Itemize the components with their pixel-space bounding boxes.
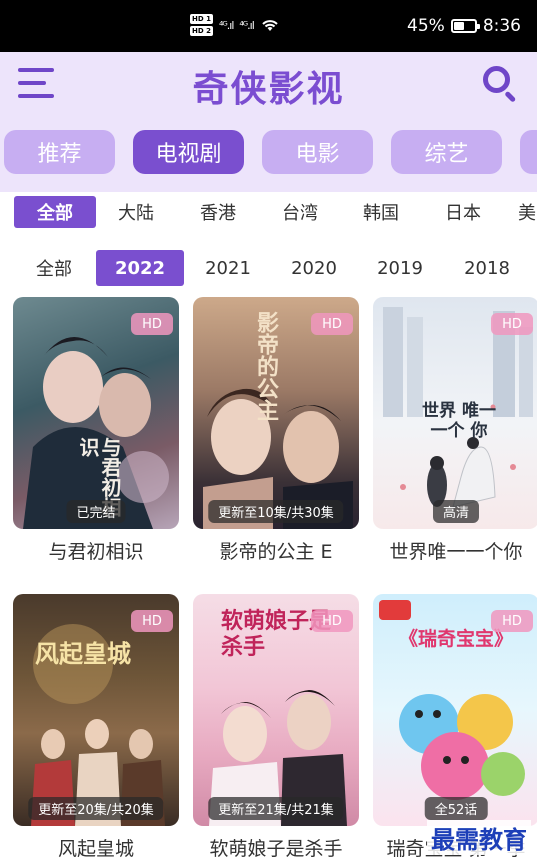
hd-badge: HD bbox=[491, 313, 533, 335]
app-header: 奇侠影视 推荐 电视剧 电影 综艺 bbox=[0, 52, 537, 192]
poster-title-art: 影帝的公主 bbox=[253, 311, 279, 421]
episode-badge: 全52话 bbox=[424, 797, 488, 820]
status-bar: HD 1 HD 2 ⁴ᴳ.ıl ⁴ᴳ.ıl 45% 8:36 bbox=[0, 0, 537, 52]
hd1-label: HD 1 bbox=[190, 14, 213, 24]
region-japan[interactable]: 日本 bbox=[435, 196, 491, 228]
video-card[interactable]: 世界 唯一 一个 你 HD 高清 世界唯一一个你 bbox=[373, 297, 537, 563]
tab-movie[interactable]: 电影 bbox=[262, 130, 373, 174]
episode-badge: 已完结 bbox=[66, 500, 126, 523]
hd-badge: HD bbox=[131, 313, 173, 335]
episode-badge: 高清 bbox=[432, 500, 480, 523]
hd-badge: HD bbox=[311, 610, 353, 632]
hd-badge: HD bbox=[311, 313, 353, 335]
search-icon[interactable] bbox=[481, 64, 521, 104]
region-filter: 全部 大陆 香港 台湾 韩国 日本 美 bbox=[0, 192, 537, 230]
battery-percent: 45% bbox=[407, 16, 445, 36]
year-filter: 全部 2022 2021 2020 2019 2018 bbox=[0, 248, 537, 288]
region-korea[interactable]: 韩国 bbox=[353, 196, 409, 228]
tab-variety[interactable]: 综艺 bbox=[391, 130, 502, 174]
watermark: 最需教育 bbox=[427, 820, 531, 855]
poster[interactable]: 与君初相识 HD 已完结 bbox=[13, 297, 179, 529]
episode-badge: 更新至20集/共20集 bbox=[28, 797, 164, 820]
year-2021[interactable]: 2021 bbox=[196, 250, 260, 286]
card-title[interactable]: 风起皇城 bbox=[13, 834, 179, 860]
hd-badge: HD bbox=[131, 610, 173, 632]
year-all[interactable]: 全部 bbox=[22, 250, 86, 286]
poster[interactable]: 软萌娘子是杀手 HD 更新至21集/共21集 bbox=[193, 594, 359, 826]
hd2-label: HD 2 bbox=[190, 26, 213, 36]
battery-icon bbox=[450, 19, 480, 33]
poster-title-art: 风起皇城 bbox=[35, 639, 131, 668]
episode-badge: 更新至21集/共21集 bbox=[208, 797, 344, 820]
card-title[interactable]: 影帝的公主 E bbox=[193, 537, 359, 563]
category-tabs: 推荐 电视剧 电影 综艺 bbox=[4, 130, 537, 174]
video-card[interactable]: 软萌娘子是杀手 HD 更新至21集/共21集 软萌娘子是杀手 bbox=[193, 594, 359, 860]
year-2018[interactable]: 2018 bbox=[455, 250, 519, 286]
region-hongkong[interactable]: 香港 bbox=[190, 196, 246, 228]
region-usa[interactable]: 美 bbox=[518, 196, 537, 228]
signal-indicators: HD 1 HD 2 ⁴ᴳ.ıl ⁴ᴳ.ıl bbox=[190, 14, 280, 36]
video-card[interactable]: 与君初相识 HD 已完结 与君初相识 bbox=[13, 297, 179, 563]
poster[interactable]: 影帝的公主 HD 更新至10集/共30集 bbox=[193, 297, 359, 529]
tab-tv-series[interactable]: 电视剧 bbox=[133, 130, 244, 174]
year-2022[interactable]: 2022 bbox=[96, 250, 184, 286]
tab-recommend[interactable]: 推荐 bbox=[4, 130, 115, 174]
poster-title-art: 世界 唯一 一个 你 bbox=[422, 401, 496, 441]
region-all[interactable]: 全部 bbox=[14, 196, 96, 228]
card-title[interactable]: 世界唯一一个你 bbox=[373, 537, 537, 563]
card-title[interactable]: 软萌娘子是杀手 bbox=[193, 834, 359, 860]
poster[interactable]: 风起皇城 HD 更新至20集/共20集 bbox=[13, 594, 179, 826]
episode-badge: 更新至10集/共30集 bbox=[208, 500, 344, 523]
poster[interactable]: 世界 唯一 一个 你 HD 高清 bbox=[373, 297, 537, 529]
video-card[interactable]: 风起皇城 HD 更新至20集/共20集 风起皇城 bbox=[13, 594, 179, 860]
wifi-icon bbox=[262, 20, 278, 31]
video-card[interactable]: 影帝的公主 HD 更新至10集/共30集 影帝的公主 E bbox=[193, 297, 359, 563]
card-title[interactable]: 与君初相识 bbox=[13, 537, 179, 563]
region-mainland[interactable]: 大陆 bbox=[108, 196, 164, 228]
signal-icon: ⁴ᴳ.ıl bbox=[218, 18, 234, 32]
signal-icon: ⁴ᴳ.ıl bbox=[239, 18, 254, 32]
year-2020[interactable]: 2020 bbox=[282, 250, 346, 286]
year-2019[interactable]: 2019 bbox=[368, 250, 432, 286]
hd-badge: HD bbox=[491, 610, 533, 632]
tab-more[interactable] bbox=[520, 130, 537, 174]
region-taiwan[interactable]: 台湾 bbox=[272, 196, 328, 228]
app-title: 奇侠影视 bbox=[192, 68, 345, 110]
poster[interactable]: 《瑞奇宝宝》 HD 全52话 bbox=[373, 594, 537, 826]
clock: 8:36 bbox=[482, 16, 521, 36]
